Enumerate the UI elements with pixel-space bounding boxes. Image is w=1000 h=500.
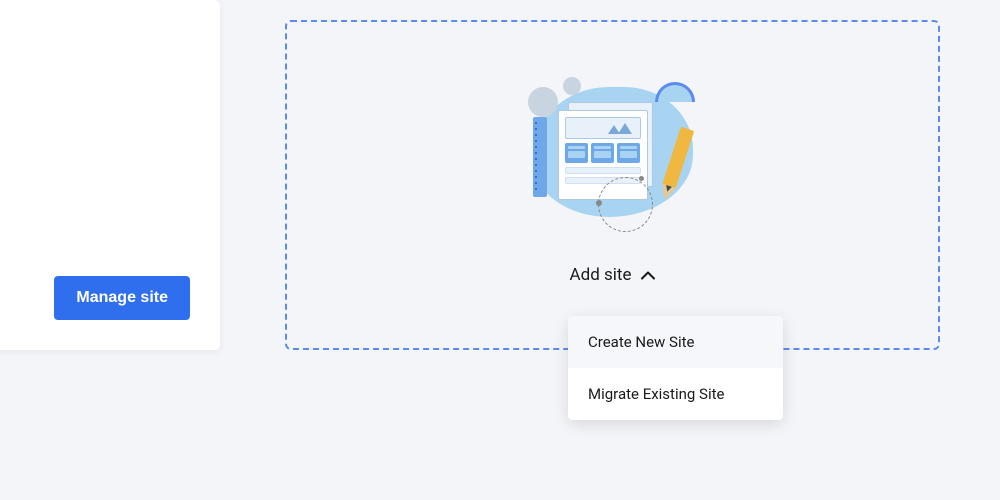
ruler-icon (533, 117, 547, 197)
protractor-icon (655, 82, 695, 102)
add-site-dropdown-trigger[interactable]: Add site (570, 257, 656, 293)
add-site-dropdown-menu: Create New Site Migrate Existing Site (568, 316, 783, 420)
manage-site-button[interactable]: Manage site (54, 276, 190, 320)
site-card: g.org Manage site (0, 0, 220, 350)
site-domain-link[interactable]: g.org (0, 108, 220, 127)
website-builder-illustration (523, 77, 703, 227)
migrate-existing-site-option[interactable]: Migrate Existing Site (568, 368, 783, 420)
chevron-up-icon (641, 268, 655, 282)
add-site-card[interactable]: Add site (285, 20, 940, 350)
create-new-site-option[interactable]: Create New Site (568, 316, 783, 368)
add-site-label: Add site (570, 265, 632, 285)
